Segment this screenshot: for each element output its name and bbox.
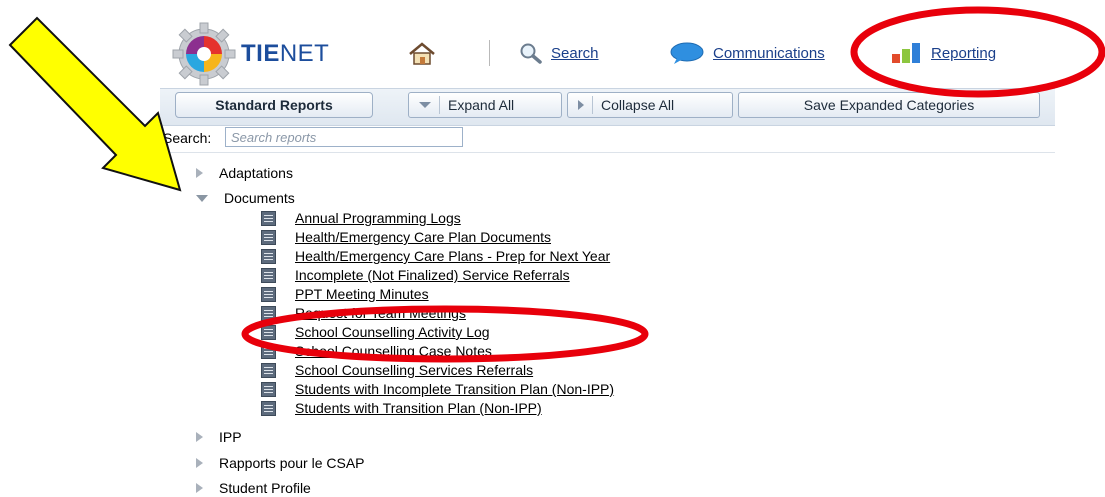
category-student-profile[interactable]: Student Profile: [196, 480, 311, 496]
category-ipp[interactable]: IPP: [196, 429, 242, 445]
category-rapports-pour-le-csap[interactable]: Rapports pour le CSAP: [196, 455, 365, 471]
collapse-all-button[interactable]: Collapse All: [567, 92, 733, 118]
report-item[interactable]: Request for Team Meetings: [261, 305, 466, 321]
search-label: Search:: [163, 130, 212, 146]
document-icon: [261, 324, 276, 340]
report-item[interactable]: School Counselling Case Notes: [261, 343, 492, 359]
report-link[interactable]: Health/Emergency Care Plans - Prep for N…: [295, 248, 610, 264]
expand-arrow-icon: [196, 483, 203, 493]
category-label: Adaptations: [219, 165, 293, 181]
document-icon: [261, 400, 276, 416]
expand-arrow-icon: [196, 458, 203, 468]
nav-communications[interactable]: Communications: [669, 42, 859, 64]
nav-reporting[interactable]: Reporting: [891, 42, 996, 64]
document-icon: [261, 267, 276, 283]
document-icon: [261, 286, 276, 302]
document-icon: [261, 362, 276, 378]
report-item[interactable]: Health/Emergency Care Plans - Prep for N…: [261, 248, 610, 264]
category-documents[interactable]: Documents: [196, 190, 295, 206]
expand-all-label: Expand All: [448, 97, 515, 113]
document-icon: [261, 229, 276, 245]
category-label: IPP: [219, 429, 242, 445]
home-icon[interactable]: [408, 42, 436, 66]
nav-communications-link[interactable]: Communications: [713, 45, 825, 62]
chevron-down-icon: [419, 102, 431, 108]
report-item[interactable]: Incomplete (Not Finalized) Service Refer…: [261, 267, 570, 283]
document-icon: [261, 210, 276, 226]
category-label: Student Profile: [219, 480, 311, 496]
expand-arrow-icon: [196, 432, 203, 442]
report-link[interactable]: Students with Transition Plan (Non-IPP): [295, 400, 542, 416]
expand-all-button[interactable]: Expand All: [408, 92, 562, 118]
document-icon: [261, 305, 276, 321]
nav-divider: [489, 40, 490, 66]
report-item[interactable]: PPT Meeting Minutes: [261, 286, 429, 302]
button-divider: [439, 96, 440, 114]
category-label: Documents: [224, 190, 295, 206]
category-label: Rapports pour le CSAP: [219, 455, 365, 471]
report-link[interactable]: Students with Incomplete Transition Plan…: [295, 381, 614, 397]
expand-arrow-icon: [196, 168, 203, 178]
report-link[interactable]: School Counselling Case Notes: [295, 343, 492, 359]
speech-bubble-icon: [670, 42, 704, 64]
document-icon: [261, 343, 276, 359]
report-item[interactable]: Students with Transition Plan (Non-IPP): [261, 400, 542, 416]
nav-search[interactable]: Search: [519, 42, 599, 64]
brand-name: TIENET: [241, 40, 330, 67]
document-icon: [261, 381, 276, 397]
report-item[interactable]: Annual Programming Logs: [261, 210, 461, 226]
nav-reporting-link[interactable]: Reporting: [931, 45, 996, 62]
report-link[interactable]: Request for Team Meetings: [295, 305, 466, 321]
report-link[interactable]: Health/Emergency Care Plan Documents: [295, 229, 551, 245]
report-item-school-counselling-activity-log[interactable]: School Counselling Activity Log: [261, 324, 490, 340]
report-item[interactable]: Health/Emergency Care Plan Documents: [261, 229, 551, 245]
save-expanded-categories-button[interactable]: Save Expanded Categories: [738, 92, 1040, 118]
collapse-all-label: Collapse All: [601, 97, 675, 113]
document-icon: [261, 248, 276, 264]
magnifier-icon: [520, 43, 542, 64]
report-link[interactable]: Incomplete (Not Finalized) Service Refer…: [295, 267, 570, 283]
report-link[interactable]: School Counselling Activity Log: [295, 324, 490, 340]
chevron-right-icon: [578, 100, 584, 110]
report-link[interactable]: School Counselling Services Referrals: [295, 362, 533, 378]
nav-search-link[interactable]: Search: [551, 45, 599, 62]
report-link[interactable]: Annual Programming Logs: [295, 210, 461, 226]
tienet-logo-icon: [172, 22, 236, 86]
category-adaptations[interactable]: Adaptations: [196, 165, 293, 181]
report-link[interactable]: PPT Meeting Minutes: [295, 286, 429, 302]
report-item[interactable]: School Counselling Services Referrals: [261, 362, 533, 378]
report-item[interactable]: Students with Incomplete Transition Plan…: [261, 381, 614, 397]
bar-chart-icon: [892, 43, 920, 63]
collapse-arrow-icon: [196, 194, 208, 202]
button-divider: [592, 96, 593, 114]
standard-reports-button[interactable]: Standard Reports: [175, 92, 373, 118]
yellow-arrow-icon: [8, 16, 182, 192]
search-reports-input[interactable]: [225, 127, 463, 147]
